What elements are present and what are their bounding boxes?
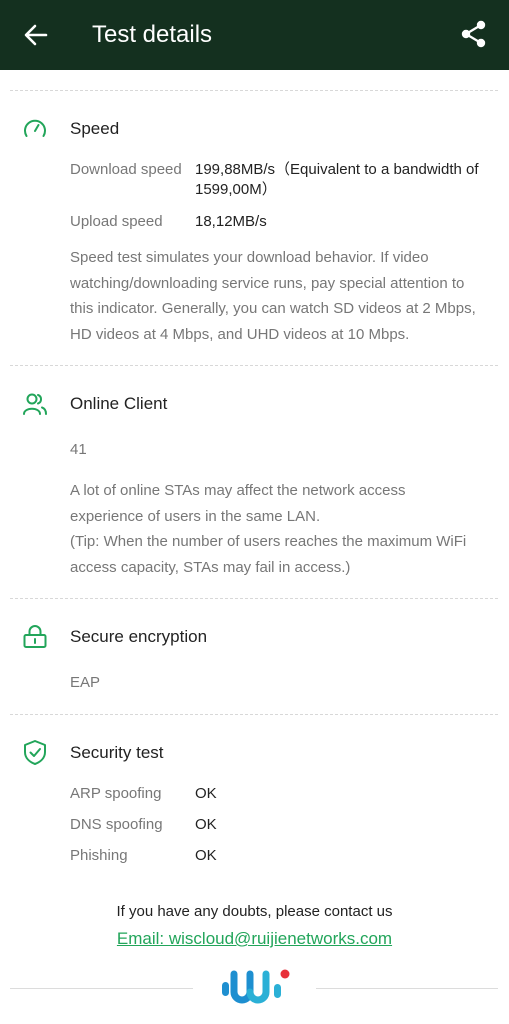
description-line: access capacity, STAs may fail in access…	[70, 558, 351, 576]
phishing-label: Phishing	[70, 847, 128, 864]
dns-spoofing-value: OK	[195, 816, 217, 833]
description-line: this indicator. Generally, you can watch…	[70, 300, 476, 317]
speed-description: Speed test simulates your download behav…	[70, 245, 490, 347]
divider	[10, 598, 498, 599]
arp-spoofing-label: ARP spoofing	[70, 785, 162, 802]
section-title-online-client: Online Client	[70, 394, 168, 413]
divider	[10, 90, 498, 91]
description-line: (Tip: When the number of users reaches t…	[70, 533, 467, 550]
app-bar: Test details	[0, 0, 509, 70]
online-client-count: 41	[70, 441, 87, 458]
footer-divider-right	[316, 988, 498, 989]
email-link[interactable]: Email: wiscloud@ruijienetworks.com	[117, 929, 392, 948]
description-line: experience of users in the same LAN.	[70, 507, 321, 525]
description-line: HD videos at 4 Mbps, and UHD videos at 1…	[70, 325, 410, 343]
description-line: Speed test simulates your download behav…	[70, 249, 429, 266]
encryption-type-value: EAP	[70, 674, 101, 691]
speedometer-icon	[24, 119, 46, 137]
download-speed-value-line2: 1599,00M）	[195, 181, 277, 198]
shield-check-icon	[24, 740, 46, 765]
section-title-speed: Speed	[70, 119, 120, 138]
arp-spoofing-value: OK	[195, 785, 217, 802]
page-title: Test details	[92, 21, 213, 48]
upload-speed-label: Upload speed	[70, 213, 163, 230]
description-line: A lot of online STAs may affect the netw…	[70, 482, 406, 499]
share-icon[interactable]	[458, 18, 490, 50]
contact-text: If you have any doubts, please contact u…	[116, 903, 393, 920]
description-line: watching/downloading service runs, pay s…	[70, 274, 465, 292]
download-speed-value-line1: 199,88MB/s（Equivalent to a bandwidth of	[195, 161, 479, 178]
dns-spoofing-label: DNS spoofing	[70, 816, 163, 833]
upload-speed-value: 18,12MB/s	[195, 213, 267, 230]
arrow-left-icon[interactable]	[20, 19, 52, 51]
users-icon	[23, 393, 47, 415]
lock-icon	[23, 625, 47, 648]
wis-logo-icon	[222, 969, 290, 1004]
online-client-description: A lot of online STAs may affect the netw…	[70, 478, 490, 580]
divider	[10, 714, 498, 715]
section-title-secure-encryption: Secure encryption	[70, 627, 208, 646]
divider	[10, 365, 498, 366]
email-link-container: Email: wiscloud@ruijienetworks.com	[0, 928, 509, 950]
footer-divider-left	[10, 988, 193, 989]
section-title-security-test: Security test	[70, 743, 164, 762]
download-speed-label: Download speed	[70, 161, 182, 178]
phishing-value: OK	[195, 847, 217, 864]
